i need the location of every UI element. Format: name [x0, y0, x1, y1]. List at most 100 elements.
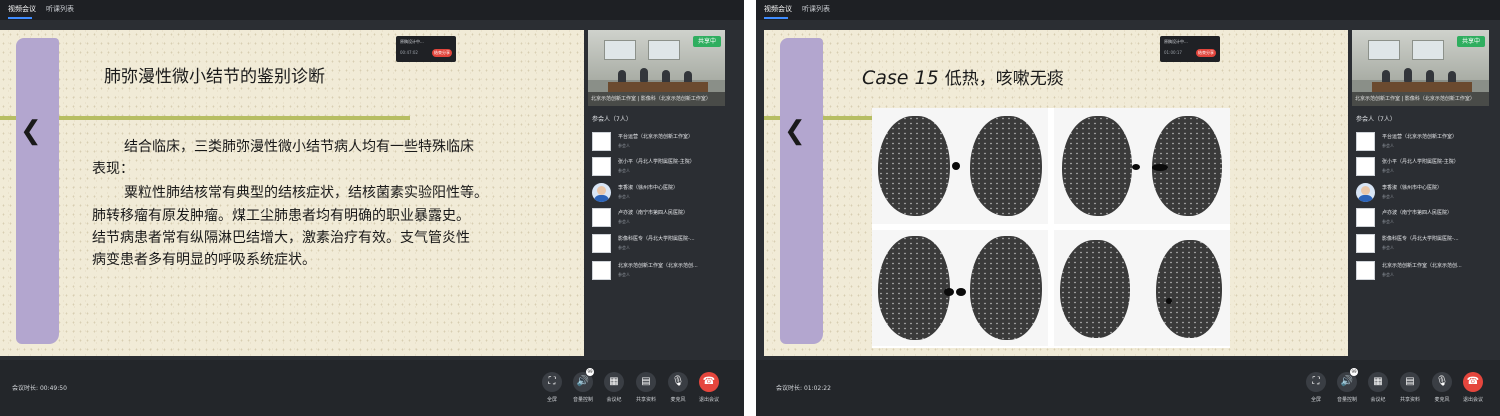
video-window: [1368, 40, 1400, 60]
end-share-button[interactable]: 结束分享: [432, 49, 452, 57]
participants-header: 参会人（7人）: [1356, 116, 1396, 123]
participant-item[interactable]: 张小平（丹北人学附属医院-主院） 参会人: [1356, 157, 1496, 179]
video-window: [1412, 40, 1444, 60]
participant-role: 参会人: [1382, 272, 1394, 277]
participant-item[interactable]: 北京示范创新工作室（北京示范创... 参会人: [592, 261, 732, 283]
popup-time: 00:47:02: [400, 50, 418, 55]
fullscreen-button[interactable]: ⛶ 全屏: [1302, 372, 1330, 403]
participant-item[interactable]: 影像科医专（丹北大学附属医院-... 参会人: [592, 234, 732, 256]
participant-role: 参会人: [618, 168, 630, 173]
participant-name: 北京示范创新工作室（北京示范创...: [618, 263, 698, 269]
participant-item[interactable]: 李香淑（徐州市中心医院） 参会人: [592, 183, 732, 205]
ct-scan-image: [872, 230, 1048, 346]
popup-title: 原稿设计中...: [400, 39, 424, 44]
video-feed[interactable]: 共享中 北京示范创新工作室 | 影像科（北京示范创新工作室）: [1352, 30, 1489, 106]
tab-video-meeting[interactable]: 视频会议: [764, 4, 792, 14]
participant-role: 参会人: [1382, 143, 1394, 148]
ct-scan-image: [1054, 230, 1230, 346]
share-docs-label: 共享资料: [635, 397, 656, 403]
participant-role: 参会人: [1382, 245, 1394, 250]
nodule: [952, 162, 960, 170]
participant-item[interactable]: 李香淑（徐州市中心医院） 参会人: [1356, 183, 1496, 205]
volume-label: 音量控制: [572, 397, 593, 403]
lung-right: [970, 116, 1042, 216]
participant-role: 参会人: [618, 219, 630, 224]
participant-name: 平台运营（北京示范创新工作室）: [618, 134, 694, 140]
participant-name: 影像科医专（丹北大学附属医院-...: [1382, 236, 1459, 242]
leave-meeting-button[interactable]: ☎ 退出会议: [1459, 372, 1487, 403]
slide-title: 肺弥漫性微小结节的鉴别诊断: [104, 67, 325, 87]
sharing-badge: 共享中: [1457, 36, 1485, 47]
nodule: [1132, 164, 1140, 170]
keypad-button[interactable]: ▦ 会议纪: [1364, 372, 1392, 403]
participant-item[interactable]: 卢亦波（南宁市第四人民医院） 参会人: [592, 208, 732, 230]
leave-meeting-button[interactable]: ☎ 退出会议: [695, 372, 723, 403]
slide-line: 粟粒性肺结核常有典型的结核症状，结核菌素实验阳性等。: [124, 185, 488, 201]
avatar: [1356, 234, 1375, 253]
popup-time: 01:00:17: [1164, 50, 1182, 55]
avatar: [592, 183, 611, 202]
avatar: [592, 157, 611, 176]
avatar: [1356, 261, 1375, 280]
participant-role: 参会人: [1382, 219, 1394, 224]
participant-role: 参会人: [618, 194, 630, 199]
fullscreen-icon: ⛶: [1306, 372, 1326, 392]
video-feed[interactable]: 共享中 北京示范创新工作室 | 影像科（北京示范创新工作室）: [588, 30, 725, 106]
nodule: [956, 288, 966, 296]
video-person: [1404, 68, 1412, 82]
slide-line: 肺转移瘤有原发肿瘤。煤工尘肺患者均有明确的职业暴露史。: [92, 208, 470, 224]
shared-slide: ❮ Case 15 低热，咳嗽无痰: [764, 30, 1348, 356]
meeting-window-left: 视频会议 听课列表 ❮ 肺弥漫性微小结节的鉴别诊断 结合临床，三类肺弥漫性微小结…: [0, 0, 744, 416]
slide-line: 结节病患者常有纵隔淋巴结增大，激素治疗有效。支气管炎性: [92, 230, 470, 246]
microphone-label: 麦克风: [1434, 397, 1450, 403]
nodule: [944, 288, 954, 296]
avatar: [1356, 157, 1375, 176]
nodule: [1152, 164, 1168, 171]
video-table: [1372, 82, 1472, 92]
participant-name: 卢亦波（南宁市第四人民医院）: [618, 210, 689, 216]
slide-scroll-decoration: [780, 38, 823, 344]
participant-item[interactable]: 平台运营（北京示范创新工作室） 参会人: [592, 132, 732, 154]
video-person: [640, 68, 648, 82]
hangup-icon: ☎: [1463, 372, 1483, 392]
leave-meeting-label: 退出会议: [1462, 397, 1483, 403]
fullscreen-button[interactable]: ⛶ 全屏: [538, 372, 566, 403]
tab-lecture-list[interactable]: 听课列表: [802, 4, 830, 14]
hangup-icon: ☎: [699, 372, 719, 392]
participant-item[interactable]: 影像科医专（丹北大学附属医院-... 参会人: [1356, 234, 1496, 256]
volume-badge: 99: [1350, 368, 1358, 376]
keypad-button[interactable]: ▦ 会议纪: [600, 372, 628, 403]
slide-line: 病变患者多有明显的呼吸系统症状。: [92, 252, 316, 268]
participant-item[interactable]: 北京示范创新工作室（北京示范创... 参会人: [1356, 261, 1496, 283]
participant-role: 参会人: [1382, 168, 1394, 173]
lung-left: [1062, 116, 1132, 216]
participant-name: 张小平（丹北人学附属医院-主院）: [618, 159, 695, 165]
share-docs-button[interactable]: ▤ 共享资料: [632, 372, 660, 403]
volume-button[interactable]: 🔊 99 音量控制: [569, 368, 597, 403]
video-caption: 北京示范创新工作室 | 影像科（北京示范创新工作室）: [1352, 92, 1489, 106]
keypad-label: 会议纪: [1370, 397, 1386, 403]
share-status-popup: 原稿设计中... 01:00:17 结束分享: [1160, 36, 1220, 62]
participant-name: 平台运营（北京示范创新工作室）: [1382, 134, 1458, 140]
volume-button[interactable]: 🔊 99 音量控制: [1333, 368, 1361, 403]
tab-lecture-list[interactable]: 听课列表: [46, 4, 74, 14]
nodule: [1166, 298, 1172, 304]
lung-right: [1156, 240, 1222, 338]
participant-item[interactable]: 平台运营（北京示范创新工作室） 参会人: [1356, 132, 1496, 154]
ct-scan-image: [872, 108, 1048, 224]
microphone-icon: 🎙: [1432, 372, 1452, 392]
participant-role: 参会人: [618, 143, 630, 148]
microphone-button[interactable]: 🎙 麦克风: [664, 372, 692, 403]
tab-video-meeting[interactable]: 视频会议: [8, 4, 36, 14]
microphone-label: 麦克风: [670, 397, 686, 403]
lung-left: [878, 116, 950, 216]
meeting-window-right: 视频会议 听课列表 ❮ Case 15 低热，咳嗽无痰 原稿设计中... 01:…: [756, 0, 1500, 416]
avatar: [592, 208, 611, 227]
microphone-button[interactable]: 🎙 麦克风: [1428, 372, 1456, 403]
participant-item[interactable]: 张小平（丹北人学附属医院-主院） 参会人: [592, 157, 732, 179]
share-docs-button[interactable]: ▤ 共享资料: [1396, 372, 1424, 403]
case-symptoms: 低热，咳嗽无痰: [944, 69, 1064, 89]
participant-item[interactable]: 卢亦波（南宁市第四人民医院） 参会人: [1356, 208, 1496, 230]
end-share-button[interactable]: 结束分享: [1196, 49, 1216, 57]
keypad-icon: ▦: [1368, 372, 1388, 392]
